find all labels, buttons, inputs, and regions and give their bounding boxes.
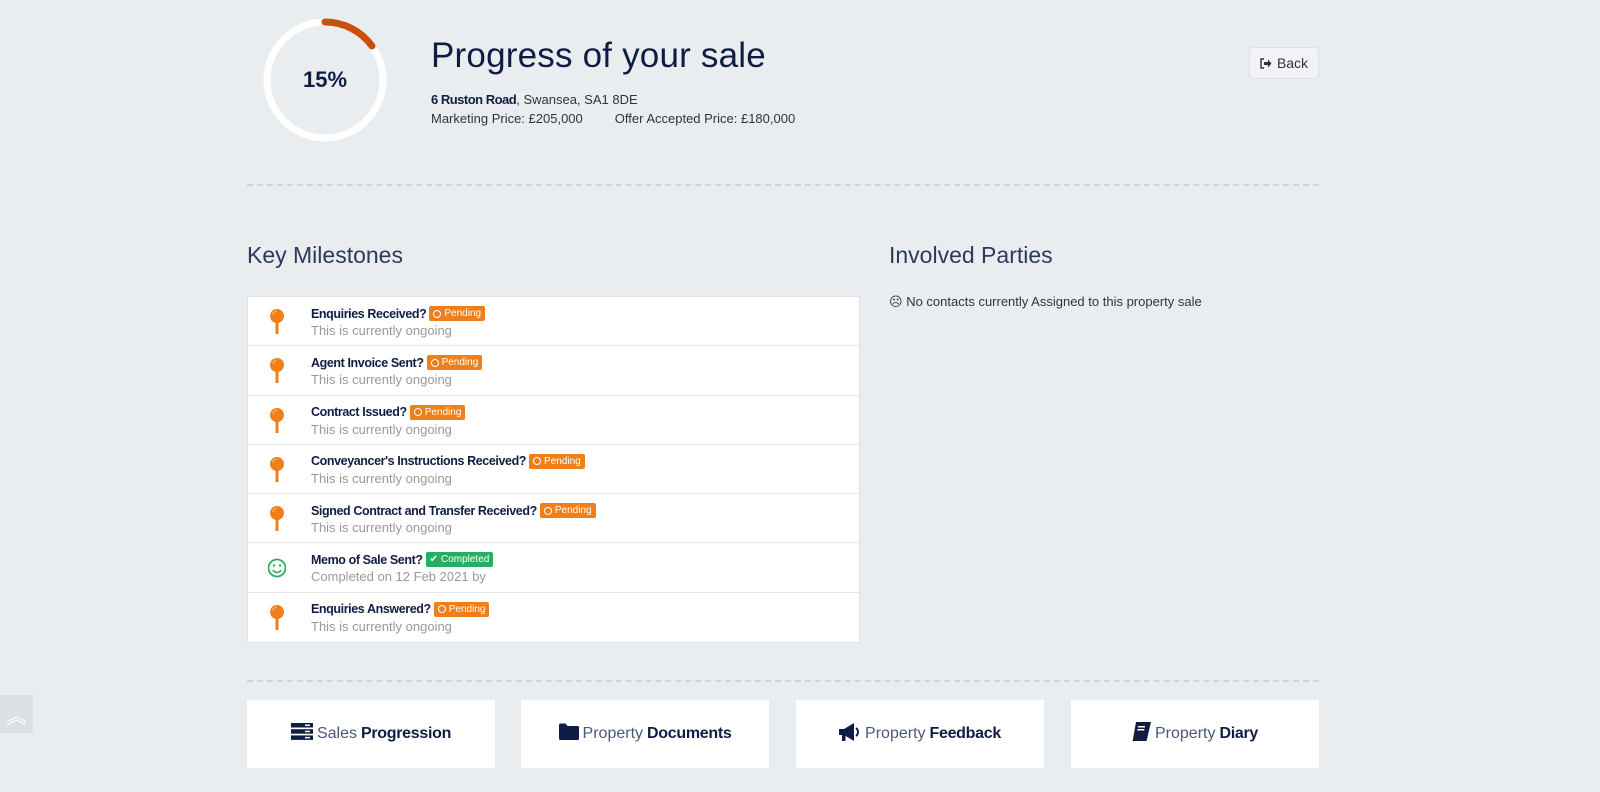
book-icon — [1132, 722, 1151, 746]
milestone-row: Memo of Sale Sent? ✔ Completed Completed … — [248, 543, 859, 593]
status-badge: Pending — [433, 601, 490, 617]
milestone-title: Contract Issued? — [311, 405, 407, 420]
milestone-subtitle: Completed on 12 Feb 2021 by — [311, 569, 486, 585]
milestone-title: Conveyancer's Instructions Received? — [311, 454, 527, 469]
milestone-row: Signed Contract and Transfer Received? P… — [248, 494, 859, 544]
map-pin-icon — [270, 604, 284, 630]
status-badge: Pending — [426, 355, 483, 371]
sign-out-icon — [1260, 57, 1272, 69]
map-pin-icon — [270, 506, 284, 532]
milestone-row: Conveyancer's Instructions Received? Pen… — [248, 445, 859, 495]
status-badge: Pending — [539, 503, 596, 519]
check-icon: ✔ — [429, 554, 438, 566]
status-badge: Pending — [409, 404, 466, 420]
back-button[interactable]: Back — [1249, 47, 1319, 79]
marketing-price: Marketing Price: £205,000 — [431, 111, 583, 126]
milestone-subtitle: This is currently ongoing — [311, 520, 452, 536]
milestone-row: Agent Invoice Sent? Pending This is curr… — [248, 346, 859, 396]
page-title: Progress of your sale — [431, 36, 766, 75]
map-pin-icon — [270, 309, 284, 334]
milestones-list: Enquiries Received? Pending This is curr… — [247, 296, 860, 644]
milestone-subtitle: This is currently ongoing — [311, 618, 452, 634]
milestone-title: Enquiries Answered? — [311, 602, 431, 617]
milestone-title: Memo of Sale Sent? — [311, 552, 423, 567]
prices: Marketing Price: £205,000 Offer Accepted … — [431, 111, 795, 126]
milestones-heading: Key Milestones — [247, 242, 403, 268]
card-documents[interactable]: Property Documents — [521, 700, 769, 768]
milestone-subtitle: This is currently ongoing — [311, 470, 452, 486]
map-pin-icon — [270, 407, 284, 433]
milestone-row: Contract Issued? Pending This is current… — [248, 396, 859, 445]
megaphone-icon — [839, 722, 861, 746]
frown-icon: ☹ — [889, 294, 903, 309]
card-progression[interactable]: Sales Progression — [247, 700, 495, 768]
progress-percent: 15% — [302, 67, 348, 92]
milestone-row: Enquiries Received? Pending This is curr… — [248, 297, 859, 347]
milestone-row: Enquiries Answered? Pending This is curr… — [248, 593, 859, 642]
clock-icon — [543, 506, 552, 515]
parties-heading: Involved Parties — [889, 242, 1053, 268]
folder-icon — [558, 723, 579, 745]
offer-price: Offer Accepted Price: £180,000 — [614, 111, 796, 126]
clock-icon — [413, 408, 422, 417]
no-contacts-message: ☹ No contacts currently Assigned to this… — [889, 294, 1202, 309]
status-badge: Pending — [429, 306, 486, 321]
milestone-title: Signed Contract and Transfer Received? — [311, 503, 537, 518]
map-pin-icon — [270, 358, 284, 384]
status-badge: Pending — [529, 453, 585, 469]
scroll-to-top-button[interactable]: ︽ — [0, 695, 33, 733]
double-chevron-up-icon: ︽ — [6, 705, 27, 728]
clock-icon — [430, 358, 439, 367]
card-feedback[interactable]: Property Feedback — [796, 700, 1044, 768]
clock-icon — [533, 457, 542, 466]
clock-icon — [433, 309, 442, 318]
server-icon — [290, 723, 313, 745]
property-address: 6 Ruston Road, Swansea, SA1 8DE — [431, 92, 638, 107]
milestone-subtitle: This is currently ongoing — [311, 323, 452, 338]
divider — [247, 680, 1319, 682]
milestone-title: Agent Invoice Sent? — [311, 355, 424, 370]
card-diary[interactable]: Property Diary — [1071, 700, 1319, 768]
sale-header: 15% Progress of your sale 6 Ruston Road,… — [247, 0, 1319, 186]
map-pin-icon — [270, 456, 284, 482]
milestone-title: Enquiries Received? — [311, 306, 427, 321]
milestone-subtitle: This is currently ongoing — [311, 372, 452, 388]
status-badge: ✔ Completed — [425, 552, 494, 568]
smile-icon — [268, 559, 286, 578]
clock-icon — [437, 605, 446, 614]
milestone-subtitle: This is currently ongoing — [311, 421, 452, 437]
